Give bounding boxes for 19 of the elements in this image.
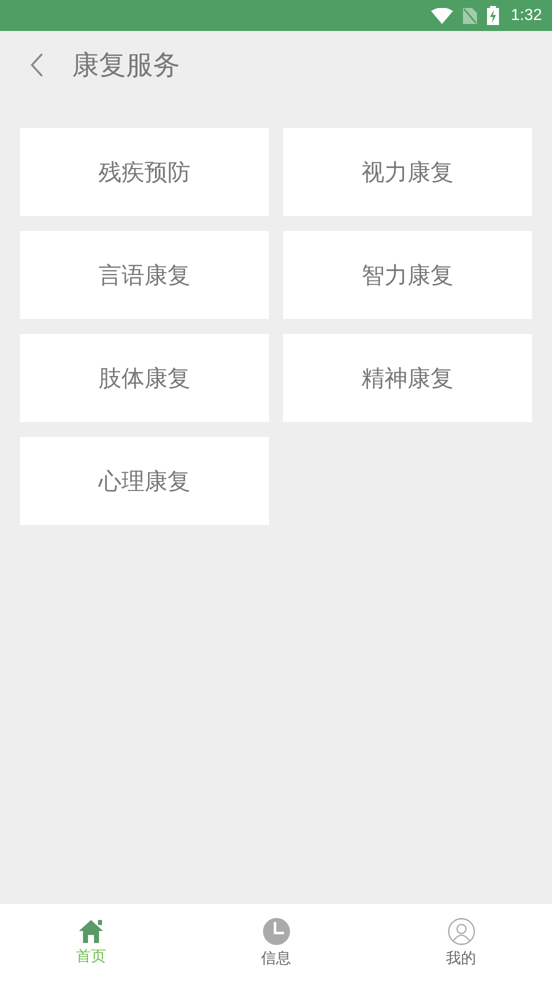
- wifi-icon: [430, 8, 453, 24]
- nav-tab[interactable]: 首页: [60, 904, 122, 981]
- no-sim-icon: [462, 8, 477, 24]
- service-tile[interactable]: 心理康复: [20, 437, 269, 525]
- page-title: 康复服务: [72, 49, 180, 83]
- service-tile[interactable]: 肢体康复: [20, 334, 269, 422]
- clock-icon: [262, 918, 290, 944]
- nav-tab[interactable]: 我的: [430, 904, 492, 981]
- home-icon: [78, 919, 104, 943]
- service-tile[interactable]: 精神康复: [283, 334, 532, 422]
- service-tile[interactable]: 残疾预防: [20, 128, 269, 216]
- back-icon[interactable]: [30, 53, 44, 77]
- service-tile[interactable]: 智力康复: [283, 231, 532, 319]
- nav-tab[interactable]: 信息: [245, 904, 307, 981]
- service-tile[interactable]: 言语康复: [20, 231, 269, 319]
- battery-icon: [486, 6, 499, 25]
- service-tile[interactable]: 视力康复: [283, 128, 532, 216]
- status-time: 1:32: [510, 6, 542, 24]
- user-icon: [448, 918, 474, 944]
